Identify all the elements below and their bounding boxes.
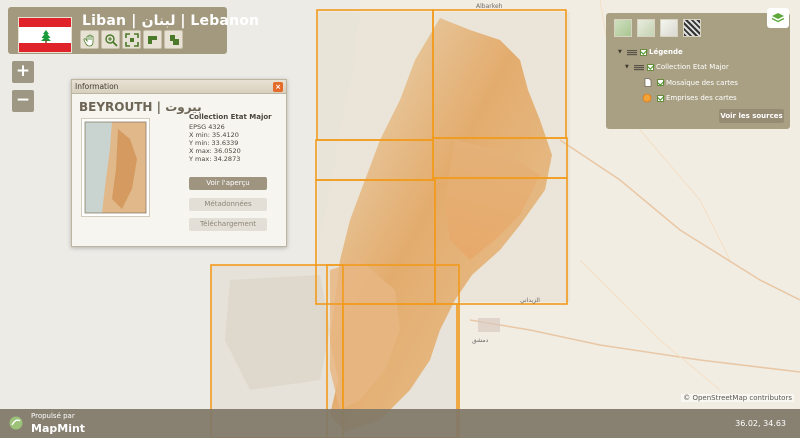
page-title: Liban | لبنان | Lebanon (82, 13, 260, 29)
basemap-terrain-button[interactable] (614, 19, 632, 37)
layer-footprints-label: Emprises des cartes (666, 94, 737, 102)
next-view-button[interactable] (164, 30, 183, 49)
legend-panel: ▼ Légende ▼ Collection Etat Major Mosaïq… (606, 13, 790, 129)
lebanon-flag (18, 17, 72, 53)
collection-name: Collection Etat Major (189, 113, 272, 121)
label-zabadani: الزبداني (520, 297, 540, 304)
info-panel: Information × BEYROUTH | بيروت Collectio… (71, 79, 287, 247)
x-min: X min: 35.4120 (189, 131, 239, 139)
raster-file-icon (644, 78, 652, 87)
damascus-urban (478, 318, 500, 332)
zoom-out-button[interactable]: − (12, 90, 34, 112)
legend-group-checkbox[interactable] (647, 63, 654, 71)
mapmint-brand[interactable]: MapMint (31, 422, 85, 435)
layers-icon (771, 13, 785, 23)
layer-switcher-toggle[interactable] (767, 8, 789, 28)
map-metadata: Collection Etat Major EPSG 4326 X min: 3… (189, 113, 272, 163)
pan-tool-button[interactable] (80, 30, 99, 49)
previous-view-button[interactable] (143, 30, 162, 49)
close-icon[interactable]: × (273, 82, 283, 92)
basemap-physical-button[interactable] (637, 19, 655, 37)
map-toolbar (80, 30, 183, 49)
thumbnail-image (84, 121, 147, 214)
zoom-in-button[interactable]: + (12, 61, 34, 83)
full-extent-button[interactable] (122, 30, 141, 49)
cedar-icon (41, 30, 51, 43)
legend-group-label: Collection Etat Major (656, 63, 729, 71)
map-thumbnail (81, 118, 150, 217)
metadata-button[interactable]: Métadonnées (189, 198, 267, 211)
layer-footprints-checkbox[interactable] (657, 94, 664, 102)
label-damascus: دمشق (472, 337, 489, 344)
cursor-coordinates: 36.02, 34.63 (735, 419, 786, 428)
mapmint-logo-icon (9, 416, 23, 430)
footer-bar: Propulsé par MapMint 36.02, 34.63 (0, 409, 800, 438)
legend-layer-mosaic-row[interactable]: Mosaïque des cartes (644, 78, 738, 87)
basemap-switcher (614, 19, 701, 37)
download-button[interactable]: Téléchargement (189, 218, 267, 231)
map-attribution[interactable]: © OpenStreetMap contributors (681, 394, 794, 402)
powered-by-label: Propulsé par (31, 412, 75, 420)
previous-view-icon (147, 35, 157, 44)
info-panel-title: Information (75, 82, 119, 91)
x-max: X max: 36.0520 (189, 147, 241, 155)
layers-stack-icon (634, 64, 644, 70)
legend-root-row[interactable]: ▼ Légende (618, 48, 683, 56)
zoom-box-button[interactable] (101, 30, 120, 49)
y-max: Y max: 34.2873 (189, 155, 241, 163)
layer-mosaic-label: Mosaïque des cartes (666, 78, 738, 87)
zoom-in-icon (104, 33, 118, 47)
legend-layer-footprints-row[interactable]: Emprises des cartes (642, 93, 737, 103)
epsg-code: EPSG 4326 (189, 123, 225, 131)
expand-arrow-icon[interactable]: ▼ (625, 64, 631, 70)
layer-mosaic-checkbox[interactable] (657, 79, 664, 86)
basemap-osm-button[interactable] (660, 19, 678, 37)
next-view-icon (169, 34, 179, 45)
y-min: Y min: 33.6339 (189, 139, 239, 147)
legend-group-row[interactable]: ▼ Collection Etat Major (625, 63, 729, 71)
info-panel-header: Information × (72, 80, 286, 94)
footprint-symbol-icon (642, 93, 652, 103)
expand-arrow-icon[interactable]: ▼ (618, 49, 624, 55)
full-extent-icon (124, 32, 139, 47)
preview-button[interactable]: Voir l'aperçu (189, 177, 267, 190)
legend-root-checkbox[interactable] (640, 48, 647, 56)
legend-root-label: Légende (649, 48, 683, 56)
view-sources-button[interactable]: Voir les sources (719, 109, 784, 123)
pan-hand-icon (83, 34, 93, 46)
header-panel: Liban | لبنان | Lebanon (8, 7, 259, 54)
label-albarkeh: Albarkeh (476, 3, 503, 10)
map-sheet-name: BEYROUTH | بيروت (79, 100, 202, 114)
basemap-satellite-button[interactable] (683, 19, 701, 37)
layers-stack-icon (627, 49, 637, 55)
